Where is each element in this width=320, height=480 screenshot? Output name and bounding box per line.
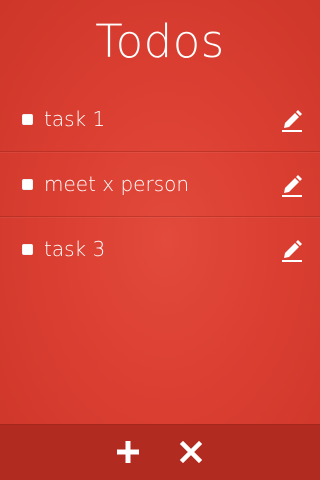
list-item: meet x person — [0, 152, 320, 217]
todo-label: task 3 — [44, 237, 106, 261]
todo-label: meet x person — [44, 172, 190, 196]
list-item: task 3 — [0, 217, 320, 281]
todo-checkbox[interactable] — [22, 244, 33, 255]
list-item: task 1 — [0, 87, 320, 152]
close-icon — [179, 440, 203, 464]
plus-icon — [117, 441, 139, 463]
add-button[interactable] — [114, 438, 142, 466]
pencil-icon — [282, 110, 302, 132]
pencil-icon — [282, 240, 302, 262]
page-title: Todos — [95, 15, 225, 68]
edit-button[interactable] — [280, 237, 304, 263]
todo-checkbox[interactable] — [22, 114, 33, 125]
todo-app: Todos task 1 meet x person task 3 — [0, 0, 320, 480]
edit-button[interactable] — [280, 107, 304, 133]
footer-toolbar — [0, 424, 320, 480]
edit-button[interactable] — [280, 172, 304, 198]
todo-list: task 1 meet x person task 3 — [0, 87, 320, 281]
pencil-icon — [282, 175, 302, 197]
todo-label: task 1 — [44, 107, 106, 131]
todo-checkbox[interactable] — [22, 179, 33, 190]
clear-button[interactable] — [177, 438, 205, 466]
